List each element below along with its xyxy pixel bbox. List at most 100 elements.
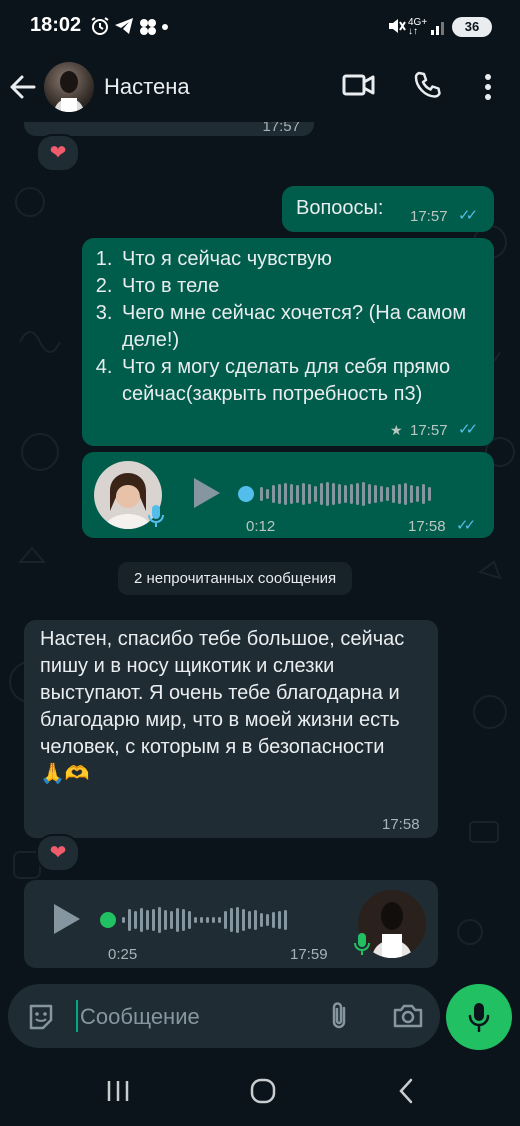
waveform-bar bbox=[266, 914, 269, 926]
waveform-bar bbox=[320, 483, 323, 505]
message-text: Настен, спасибо тебе большое, сейчас пиш… bbox=[40, 628, 405, 785]
voice-waveform[interactable] bbox=[122, 904, 287, 936]
waveform-bar bbox=[308, 484, 311, 504]
waveform-bar bbox=[314, 486, 317, 502]
battery-indicator: 36 bbox=[452, 17, 492, 37]
more-options-icon[interactable] bbox=[484, 72, 492, 107]
waveform-bar bbox=[176, 908, 179, 932]
video-call-icon[interactable] bbox=[342, 70, 376, 105]
waveform-bar bbox=[134, 911, 137, 929]
incoming-voice-message[interactable]: 0:25 17:59 bbox=[24, 880, 438, 968]
list-item: Что я могу сделать для себя прямо сейчас… bbox=[118, 354, 486, 408]
waveform-bar bbox=[422, 484, 425, 504]
waveform-bar bbox=[170, 911, 173, 929]
waveform-bar bbox=[260, 913, 263, 927]
mute-icon bbox=[386, 16, 406, 41]
waveform-bar bbox=[374, 485, 377, 503]
heart-icon: ❤ bbox=[49, 842, 67, 864]
waveform-bar bbox=[236, 907, 239, 933]
read-ticks-icon: ✓✓ bbox=[458, 421, 478, 438]
waveform-bar bbox=[284, 910, 287, 930]
voice-duration: 0:25 bbox=[108, 946, 138, 963]
waveform-bar bbox=[122, 917, 125, 923]
voice-duration: 0:12 bbox=[246, 518, 276, 535]
list-item: Что в теле bbox=[118, 273, 486, 300]
contact-name[interactable]: Настена bbox=[104, 74, 190, 100]
waveform-bar bbox=[272, 485, 275, 503]
outgoing-message-list[interactable]: Что я сейчас чувствую Что в теле Чего мн… bbox=[82, 238, 494, 446]
battery-level: 36 bbox=[464, 19, 480, 34]
waveform-bar bbox=[326, 482, 329, 506]
waveform-bar bbox=[248, 911, 251, 929]
waveform-bar bbox=[368, 484, 371, 504]
waveform-bar bbox=[206, 917, 209, 923]
waveform-bar bbox=[212, 917, 215, 923]
system-nav-bar bbox=[0, 1056, 520, 1126]
sticker-icon[interactable] bbox=[26, 1002, 56, 1037]
message-time: 17:59 bbox=[290, 946, 328, 963]
waveform-bar bbox=[272, 912, 275, 928]
unread-messages-label: 2 непрочитанных сообщения bbox=[118, 562, 353, 595]
recent-apps-icon[interactable] bbox=[106, 1080, 130, 1107]
voice-record-button[interactable] bbox=[446, 984, 512, 1050]
play-button[interactable] bbox=[194, 478, 220, 508]
waveform-bar bbox=[284, 483, 287, 505]
waveform-bar bbox=[356, 483, 359, 505]
read-ticks-icon: ✓✓ bbox=[458, 207, 478, 224]
waveform-bar bbox=[410, 485, 413, 503]
incoming-message[interactable]: Настен, спасибо тебе большое, сейчас пиш… bbox=[24, 620, 438, 838]
waveform-bar bbox=[140, 908, 143, 932]
waveform-bar bbox=[146, 910, 149, 930]
waveform-bar bbox=[278, 911, 281, 929]
voice-waveform[interactable] bbox=[260, 478, 431, 510]
waveform-bar bbox=[302, 483, 305, 505]
back-nav-icon[interactable] bbox=[398, 1078, 414, 1109]
waveform-bar bbox=[260, 487, 263, 501]
waveform-bar bbox=[230, 908, 233, 932]
star-icon: ★ bbox=[390, 422, 403, 438]
play-button[interactable] bbox=[54, 904, 80, 934]
waveform-bar bbox=[362, 482, 365, 506]
phone-call-icon[interactable] bbox=[412, 70, 442, 105]
waveform-bar bbox=[254, 910, 257, 930]
signal-icon bbox=[430, 16, 448, 41]
message-time: 17:57 bbox=[410, 422, 448, 439]
contact-avatar[interactable] bbox=[44, 62, 94, 112]
camera-icon[interactable] bbox=[392, 1002, 424, 1035]
waveform-bar bbox=[200, 917, 203, 923]
app-dots-icon bbox=[138, 17, 158, 42]
message-input[interactable]: Сообщение bbox=[80, 1004, 200, 1030]
waveform-bar bbox=[188, 911, 191, 929]
playback-slider[interactable] bbox=[238, 486, 254, 502]
playback-slider[interactable] bbox=[100, 912, 116, 928]
outgoing-message[interactable]: Вопоосы: 17:57 ✓✓ bbox=[282, 186, 494, 232]
heart-reaction[interactable]: ❤ bbox=[36, 834, 80, 872]
attach-icon[interactable] bbox=[326, 1000, 354, 1037]
waveform-bar bbox=[128, 909, 131, 931]
waveform-bar bbox=[398, 484, 401, 504]
chat-area[interactable]: 17:57 ❤ Вопоосы: 17:57 ✓✓ Что я сейчас ч… bbox=[0, 122, 520, 984]
waveform-bar bbox=[278, 484, 281, 504]
status-time: 18:02 bbox=[30, 14, 82, 36]
waveform-bar bbox=[332, 483, 335, 505]
message-time: 17:57 bbox=[262, 122, 300, 135]
waveform-bar bbox=[164, 910, 167, 930]
waveform-bar bbox=[350, 484, 353, 504]
home-icon[interactable] bbox=[250, 1078, 276, 1109]
waveform-bar bbox=[338, 484, 341, 504]
message-input-bar[interactable]: Сообщение bbox=[8, 984, 440, 1048]
status-bar: 18:02 4G+ ↓↑ 36 bbox=[0, 0, 520, 54]
list-item: Что я сейчас чувствую bbox=[118, 246, 486, 273]
waveform-bar bbox=[296, 485, 299, 503]
waveform-bar bbox=[344, 485, 347, 503]
message-text: Вопоосы: bbox=[296, 197, 384, 219]
outgoing-voice-message[interactable]: 0:12 17:58 ✓✓ bbox=[82, 452, 494, 538]
heart-reaction[interactable]: ❤ bbox=[36, 134, 80, 172]
waveform-bar bbox=[266, 489, 269, 499]
waveform-bar bbox=[416, 486, 419, 502]
back-arrow-icon[interactable] bbox=[8, 72, 38, 107]
message-time: 17:57 bbox=[410, 208, 448, 225]
question-list: Что я сейчас чувствую Что в теле Чего мн… bbox=[82, 246, 486, 408]
waveform-bar bbox=[194, 917, 197, 923]
waveform-bar bbox=[224, 911, 227, 929]
